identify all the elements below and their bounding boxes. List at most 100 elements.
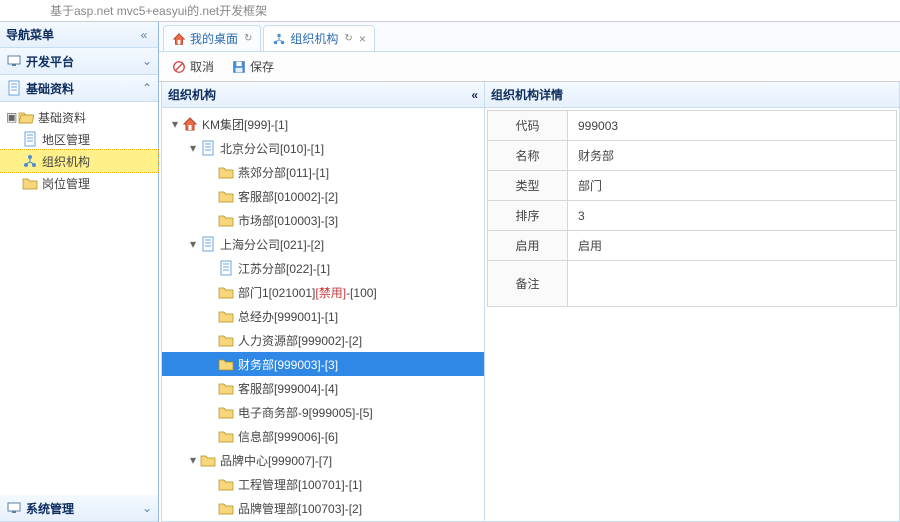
org-tree-node[interactable]: 视觉管理部[100702]-[3]: [162, 520, 484, 521]
tab-desktop[interactable]: 我的桌面 ↻: [163, 25, 261, 51]
detail-row: 启用启用: [488, 231, 897, 261]
nav-header: 导航菜单 «: [0, 22, 158, 48]
org-tree-node[interactable]: 人力资源部[999002]-[2]: [162, 328, 484, 352]
toolbar: 取消 保存: [159, 52, 900, 82]
org-tree-node[interactable]: 总经办[999001]-[1]: [162, 304, 484, 328]
detail-table: 代码999003名称财务部类型部门排序3启用启用备注: [487, 110, 897, 307]
org-tree-body: ▾KM集团[999]-[1]▾北京分公司[010]-[1] 燕郊分部[011]-…: [162, 108, 484, 521]
folder-icon: [218, 500, 234, 516]
nav-section-basic[interactable]: 基础资料 ⌃: [0, 75, 158, 102]
expand-toggle[interactable]: ▾: [168, 117, 182, 131]
content-area: 我的桌面 ↻ 组织机构 ↻ × 取消 保存: [159, 22, 900, 522]
detail-field-label: 启用: [488, 231, 568, 261]
folder-icon: [218, 404, 234, 420]
detail-row: 备注: [488, 261, 897, 307]
cancel-icon: [172, 60, 186, 74]
save-label: 保存: [250, 58, 274, 75]
org-node-label: 总经办[999001]-[1]: [238, 308, 338, 325]
nav-item-region[interactable]: 地区管理: [0, 128, 158, 150]
detail-field-value: 999003: [568, 111, 897, 141]
nav-item-label: 地区管理: [42, 131, 90, 148]
cancel-label: 取消: [190, 58, 214, 75]
nav-tree-root-label: 基础资料: [38, 109, 86, 126]
refresh-icon[interactable]: ↻: [344, 33, 352, 44]
app-subtitle: 基于asp.net mvc5+easyui的.net开发框架: [0, 0, 900, 22]
folder-icon: [200, 452, 216, 468]
doc-icon: [6, 80, 22, 96]
folder-icon: [22, 175, 38, 191]
org-node-label: 市场部[010003]-[3]: [238, 212, 338, 229]
detail-row: 名称财务部: [488, 141, 897, 171]
folder-icon: [218, 428, 234, 444]
monitor-icon: [6, 53, 22, 69]
tab-org[interactable]: 组织机构 ↻ ×: [263, 25, 374, 51]
org-node-label: 江苏分部[022]-[1]: [238, 260, 330, 277]
org-tree-node[interactable]: ▾北京分公司[010]-[1]: [162, 136, 484, 160]
tab-label: 我的桌面: [190, 30, 238, 47]
nav-collapse-button[interactable]: «: [136, 27, 152, 43]
chevron-up-icon: ⌃: [142, 81, 152, 95]
expand-toggle[interactable]: ▾: [186, 237, 200, 251]
org-tree-node[interactable]: 江苏分部[022]-[1]: [162, 256, 484, 280]
nav-item-label: 组织机构: [42, 153, 90, 170]
org-tree-node[interactable]: ▾ 上海分公司[021]-[2]: [162, 232, 484, 256]
nav-item-org[interactable]: 组织机构: [0, 150, 158, 172]
org-node-label: 电子商务部-9[999005]-[5]: [238, 404, 373, 421]
tree-panel-title: 组织机构: [168, 86, 216, 103]
nav-item-post[interactable]: 岗位管理: [0, 172, 158, 194]
folder-icon: [218, 188, 234, 204]
org-tree-node[interactable]: ▾品牌中心[999007]-[7]: [162, 448, 484, 472]
org-tree-node[interactable]: 品牌管理部[100703]-[2]: [162, 496, 484, 520]
nav-section-dev[interactable]: 开发平台 ⌄: [0, 48, 158, 75]
detail-panel: 组织机构详情 代码999003名称财务部类型部门排序3启用启用备注: [485, 82, 900, 522]
org-tree-node[interactable]: 信息部[999006]-[6]: [162, 424, 484, 448]
save-button[interactable]: 保存: [225, 54, 281, 79]
nav-section-system[interactable]: 系统管理 ⌄: [0, 495, 158, 522]
detail-field-value: 部门: [568, 171, 897, 201]
org-tree-node[interactable]: 财务部[999003]-[3]: [162, 352, 484, 376]
folder-icon: [218, 332, 234, 348]
org-node-label: 上海分公司[021]-[2]: [220, 236, 324, 253]
detail-panel-title: 组织机构详情: [491, 86, 563, 103]
org-tree-node[interactable]: 客服部[999004]-[4]: [162, 376, 484, 400]
chevron-down-icon: ⌄: [142, 501, 152, 515]
org-node-label: 信息部[999006]-[6]: [238, 428, 338, 445]
nav-section-label: 系统管理: [26, 500, 74, 517]
folder-icon: [218, 476, 234, 492]
org-tree-node[interactable]: 电子商务部-9[999005]-[5]: [162, 400, 484, 424]
detail-field-label: 排序: [488, 201, 568, 231]
org-tree-node[interactable]: 工程管理部[100701]-[1]: [162, 472, 484, 496]
org-tree-node[interactable]: 客服部[010002]-[2]: [162, 184, 484, 208]
org-node-label: 品牌管理部[100703]-[2]: [238, 500, 362, 517]
detail-row: 类型部门: [488, 171, 897, 201]
nav-tree-root[interactable]: ▣ 基础资料: [0, 106, 158, 128]
org-node-label: 燕郊分部[011]-[1]: [238, 164, 329, 181]
expand-toggle[interactable]: ▾: [186, 141, 200, 155]
detail-field-label: 名称: [488, 141, 568, 171]
org-node-label: KM集团[999]-[1]: [202, 116, 288, 133]
org-tree-node[interactable]: 市场部[010003]-[3]: [162, 208, 484, 232]
folder-icon: [218, 380, 234, 396]
nav-panel: 导航菜单 « 开发平台 ⌄ 基础资料 ⌃ ▣ 基础资料: [0, 22, 159, 522]
folder-icon: [218, 284, 234, 300]
folder-icon: [218, 308, 234, 324]
cancel-button[interactable]: 取消: [165, 54, 221, 79]
doc-icon: [22, 131, 38, 147]
folder-icon: [218, 356, 234, 372]
refresh-icon[interactable]: ↻: [244, 33, 252, 44]
expand-toggle[interactable]: ▾: [186, 453, 200, 467]
save-icon: [232, 60, 246, 74]
detail-field-value: 财务部: [568, 141, 897, 171]
org-tree-node[interactable]: 部门1[021001][禁用]-[100]: [162, 280, 484, 304]
tree-collapse-button[interactable]: «: [471, 88, 478, 102]
org-node-label: 人力资源部[999002]-[2]: [238, 332, 362, 349]
detail-row: 代码999003: [488, 111, 897, 141]
tree-panel-header: 组织机构 «: [162, 82, 484, 108]
org-tree-node[interactable]: 燕郊分部[011]-[1]: [162, 160, 484, 184]
org-tree-node[interactable]: ▾ KM集团[999]-[1]: [162, 112, 484, 136]
close-icon[interactable]: ×: [359, 32, 366, 46]
nav-section-label: 开发平台: [26, 53, 74, 70]
chevron-down-icon: ⌄: [142, 54, 152, 68]
folder-icon: [218, 164, 234, 180]
nav-item-label: 岗位管理: [42, 175, 90, 192]
